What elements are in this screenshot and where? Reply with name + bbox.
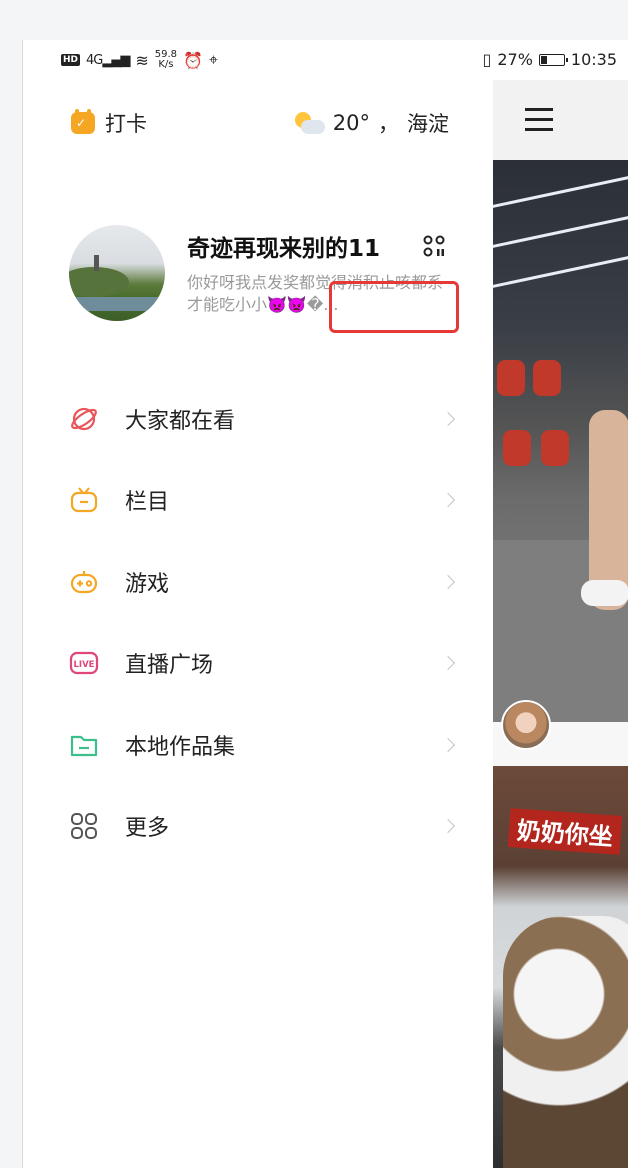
alarm-icon: ⏰ [183, 50, 203, 70]
menu-item-local-works[interactable]: 本地作品集 [23, 704, 493, 786]
side-drawer: ✓ 打卡 20°，海淀 奇迹再现来别的11 你好呀我点发奖都觉得消积止咳都系才能… [23, 80, 493, 1168]
menu-label: 本地作品集 [125, 734, 236, 760]
avatar[interactable] [69, 225, 165, 321]
folder-icon [70, 735, 98, 756]
vibrate-icon: ▯ [482, 50, 492, 69]
wifi-icon: ≋ [135, 50, 149, 70]
chevron-right-icon [440, 737, 456, 752]
menu-item-games[interactable]: 游戏 [23, 541, 493, 623]
menu-label: 大家都在看 [125, 408, 236, 434]
hamburger-menu-icon[interactable] [525, 108, 553, 131]
drawer-menu: 大家都在看 栏目 游戏 LIVE 直播广场 本地作品集 更多 [23, 378, 493, 867]
grid-icon [71, 813, 97, 840]
phone-screen: HD 4G▂▄▆ ≋ 59.8 K/s ⏰ ⌖ ▯ 27% 10:35 ✓ 打卡 … [22, 40, 628, 1168]
live-icon: LIVE [69, 652, 99, 675]
calendar-check-icon: ✓ [71, 109, 95, 134]
chevron-right-icon [440, 656, 456, 671]
checkin-button[interactable]: ✓ 打卡 [71, 108, 147, 138]
planet-icon [71, 407, 97, 430]
feed-thumbnail-dog[interactable]: 奶奶你坐 [493, 766, 628, 1168]
battery-icon [538, 53, 568, 66]
svg-text:LIVE: LIVE [74, 660, 95, 670]
hd-badge: HD [61, 54, 81, 66]
feed-thumbnail-gym[interactable] [493, 160, 628, 722]
weather-location: 海淀 [407, 112, 449, 136]
chevron-right-icon [440, 574, 456, 589]
menu-label: 栏目 [125, 490, 170, 516]
menu-label: 直播广场 [125, 653, 214, 679]
chevron-right-icon [440, 819, 456, 834]
chevron-right-icon [440, 411, 456, 426]
partly-cloudy-icon [291, 110, 325, 136]
creator-avatar[interactable] [501, 700, 551, 750]
gamepad-icon [70, 570, 98, 593]
drawer-top-bar: ✓ 打卡 20° ， 海淀 [23, 80, 493, 160]
status-right: ▯ 27% 10:35 [483, 50, 617, 69]
battery-fill [540, 55, 547, 64]
menu-item-trending[interactable]: 大家都在看 [23, 378, 493, 460]
location-icon: ⌖ [208, 50, 218, 69]
chevron-right-icon [440, 493, 456, 508]
battery-percent: 27% [497, 50, 533, 69]
clock: 10:35 [570, 50, 617, 69]
menu-item-columns[interactable]: 栏目 [23, 460, 493, 542]
profile-name: 奇迹再现来别的11 [187, 236, 381, 262]
menu-label: 游戏 [125, 571, 170, 597]
weather-widget[interactable]: 20° ， 海淀 [291, 108, 449, 138]
thumbnail-caption: 奶奶你坐 [507, 808, 623, 855]
network-signal: 4G▂▄▆ [86, 52, 130, 68]
annotation-highlight-box [329, 281, 459, 333]
status-bar: HD 4G▂▄▆ ≋ 59.8 K/s ⏰ ⌖ ▯ 27% 10:35 [23, 40, 628, 80]
checkin-label: 打卡 [105, 112, 147, 136]
feed-top-bar [493, 80, 628, 160]
menu-item-more[interactable]: 更多 [23, 786, 493, 868]
status-left: HD 4G▂▄▆ ≋ 59.8 K/s ⏰ ⌖ [61, 50, 218, 70]
background-feed: 奶奶你坐 [493, 80, 628, 1168]
menu-label: 更多 [125, 816, 170, 842]
tv-icon [70, 487, 98, 513]
qr-code-icon[interactable] [423, 235, 445, 257]
weather-separator: ， [378, 112, 399, 136]
network-speed: 59.8 K/s [154, 49, 178, 70]
menu-item-live-plaza[interactable]: LIVE 直播广场 [23, 623, 493, 705]
weather-temperature: 20° [332, 111, 370, 135]
